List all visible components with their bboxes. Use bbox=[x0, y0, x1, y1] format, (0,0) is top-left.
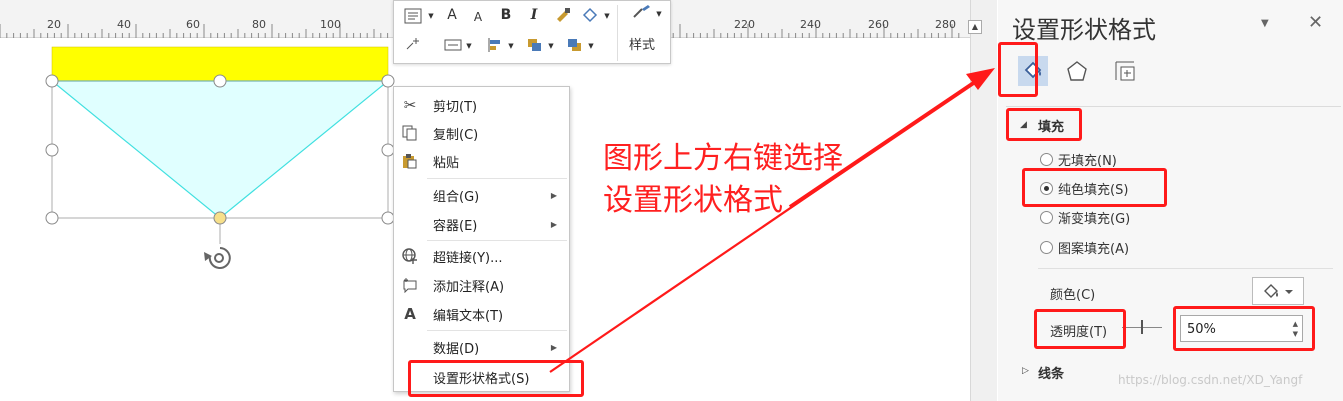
chevron-down-icon[interactable]: ▼ bbox=[506, 35, 516, 57]
menu-separator bbox=[427, 240, 567, 241]
vertical-scrollbar[interactable] bbox=[970, 0, 997, 401]
chevron-down-icon[interactable]: ▼ bbox=[426, 5, 436, 27]
resize-handle[interactable] bbox=[45, 74, 59, 88]
radio-label: 图案填充(A) bbox=[1058, 241, 1130, 257]
annotation-line: 设置形状格式 bbox=[603, 183, 783, 218]
resize-handle[interactable] bbox=[213, 74, 227, 88]
pane-divider bbox=[1006, 106, 1341, 107]
format-painter-icon[interactable] bbox=[552, 4, 574, 26]
chevron-right-icon: ▶ bbox=[550, 342, 557, 352]
triangle-shape[interactable] bbox=[50, 80, 390, 219]
radio-button[interactable] bbox=[1040, 240, 1053, 254]
radio-no-fill[interactable]: 无填充(N) bbox=[1040, 149, 1117, 169]
menu-separator bbox=[427, 178, 567, 179]
collapsed-triangle-icon[interactable]: ▷ bbox=[1022, 366, 1029, 376]
italic-button[interactable]: I bbox=[524, 4, 544, 26]
paste-icon bbox=[400, 151, 420, 171]
menu-item-paste[interactable]: 粘贴 bbox=[394, 147, 569, 175]
grow-font-button[interactable]: A bbox=[442, 4, 462, 26]
radio-label: 无填充(N) bbox=[1058, 153, 1117, 169]
menu-item-label: 添加注释(A) bbox=[433, 279, 505, 295]
quick-style-icon[interactable] bbox=[630, 1, 656, 23]
chevron-down-icon[interactable]: ▼ bbox=[586, 35, 596, 57]
close-icon[interactable]: ✕ bbox=[1308, 12, 1323, 33]
edit-text-icon: A bbox=[404, 305, 416, 323]
fill-shape-icon[interactable] bbox=[578, 4, 602, 26]
resize-handle[interactable] bbox=[45, 143, 59, 157]
size-properties-tab-icon[interactable] bbox=[1110, 56, 1140, 86]
highlight-box bbox=[1034, 309, 1126, 349]
highlight-box bbox=[1006, 108, 1082, 141]
radio-button[interactable] bbox=[1040, 210, 1053, 224]
send-backward-icon[interactable] bbox=[564, 34, 586, 56]
annotation-text: 图形上方右键选择 设置形状格式 bbox=[603, 138, 843, 222]
radio-pattern-fill[interactable]: 图案填充(A) bbox=[1040, 237, 1129, 257]
paint-bucket-icon bbox=[1264, 284, 1293, 298]
connector-point-icon[interactable] bbox=[400, 33, 426, 55]
hyperlink-icon bbox=[400, 246, 420, 266]
align-text-icon[interactable] bbox=[442, 34, 464, 56]
color-picker-button[interactable] bbox=[1252, 277, 1304, 305]
menu-item-label: 组合(G) bbox=[433, 189, 480, 205]
line-section-header[interactable]: 线条 bbox=[1038, 363, 1064, 382]
menu-item-edit-text[interactable]: A 编辑文本(T) bbox=[394, 300, 569, 328]
pane-title: 设置形状格式 bbox=[1012, 16, 1156, 44]
copy-icon bbox=[400, 123, 420, 143]
chevron-right-icon: ▶ bbox=[550, 190, 557, 200]
align-shapes-icon[interactable] bbox=[484, 34, 506, 56]
chevron-down-icon[interactable]: ▼ bbox=[654, 3, 664, 25]
watermark-text: https://blog.csdn.net/XD_Yangf bbox=[1118, 373, 1303, 387]
highlight-box bbox=[408, 360, 584, 397]
style-button[interactable]: 样式 bbox=[629, 34, 655, 53]
menu-item-label: 超链接(Y)... bbox=[433, 250, 503, 266]
chevron-down-icon[interactable]: ▼ bbox=[546, 35, 556, 57]
slider-thumb[interactable] bbox=[1141, 320, 1143, 334]
menu-item-cut[interactable]: ✂ 剪切(T) bbox=[394, 91, 569, 119]
menu-item-container[interactable]: 容器(E) ▶ bbox=[394, 210, 569, 238]
annotation-line: 图形上方右键选择 bbox=[603, 141, 843, 176]
chevron-right-icon: ▶ bbox=[550, 219, 557, 229]
effects-tab-icon[interactable] bbox=[1062, 56, 1092, 86]
floating-mini-toolbar: ▼ A A B I ▼ ▼ ▼ ▼ ▼ ▼ 样式 bbox=[393, 0, 671, 64]
menu-item-data[interactable]: 数据(D) ▶ bbox=[394, 333, 569, 361]
shrink-font-button[interactable]: A bbox=[468, 6, 488, 28]
radio-label: 渐变填充(G) bbox=[1058, 211, 1131, 227]
bring-forward-icon[interactable] bbox=[524, 34, 546, 56]
rotate-icon[interactable] bbox=[204, 247, 231, 269]
bold-button[interactable]: B bbox=[496, 4, 516, 26]
comment-icon bbox=[400, 275, 420, 295]
radio-button[interactable] bbox=[1040, 152, 1053, 166]
menu-item-label: 粘贴 bbox=[433, 155, 460, 171]
scissors-icon: ✂ bbox=[403, 96, 417, 114]
chevron-down-icon[interactable]: ▼ bbox=[602, 5, 612, 27]
control-handle-yellow[interactable] bbox=[213, 211, 227, 225]
menu-item-add-comment[interactable]: 添加注释(A) bbox=[394, 271, 569, 299]
menu-item-hyperlink[interactable]: 超链接(Y)... bbox=[394, 242, 569, 270]
menu-item-group[interactable]: 组合(G) ▶ bbox=[394, 181, 569, 209]
highlight-box bbox=[1173, 306, 1315, 351]
context-menu: ✂ 剪切(T) 复制(C) 粘贴 组合(G) ▶ 容器(E) ▶ 超链接(Y).… bbox=[393, 86, 570, 392]
color-label: 颜色(C) bbox=[1050, 288, 1096, 303]
menu-item-copy[interactable]: 复制(C) bbox=[394, 119, 569, 147]
radio-gradient-fill[interactable]: 渐变填充(G) bbox=[1040, 207, 1130, 227]
text-block-icon[interactable] bbox=[400, 5, 426, 27]
menu-item-label: 编辑文本(T) bbox=[433, 308, 504, 324]
chevron-down-icon[interactable]: ▼ bbox=[464, 35, 474, 57]
menu-item-label: 复制(C) bbox=[433, 127, 479, 143]
menu-separator bbox=[427, 330, 567, 331]
toolbar-divider bbox=[617, 5, 618, 61]
scroll-up-icon[interactable]: ▲ bbox=[968, 20, 982, 34]
menu-item-label: 数据(D) bbox=[433, 341, 480, 357]
pane-options-chevron-icon[interactable]: ▼ bbox=[1261, 18, 1269, 29]
menu-item-label: 容器(E) bbox=[433, 218, 478, 234]
highlight-box bbox=[1022, 168, 1167, 207]
resize-handle[interactable] bbox=[45, 211, 59, 225]
menu-item-label: 剪切(T) bbox=[433, 99, 478, 115]
highlight-box bbox=[998, 42, 1038, 97]
pane-divider bbox=[1038, 268, 1333, 269]
